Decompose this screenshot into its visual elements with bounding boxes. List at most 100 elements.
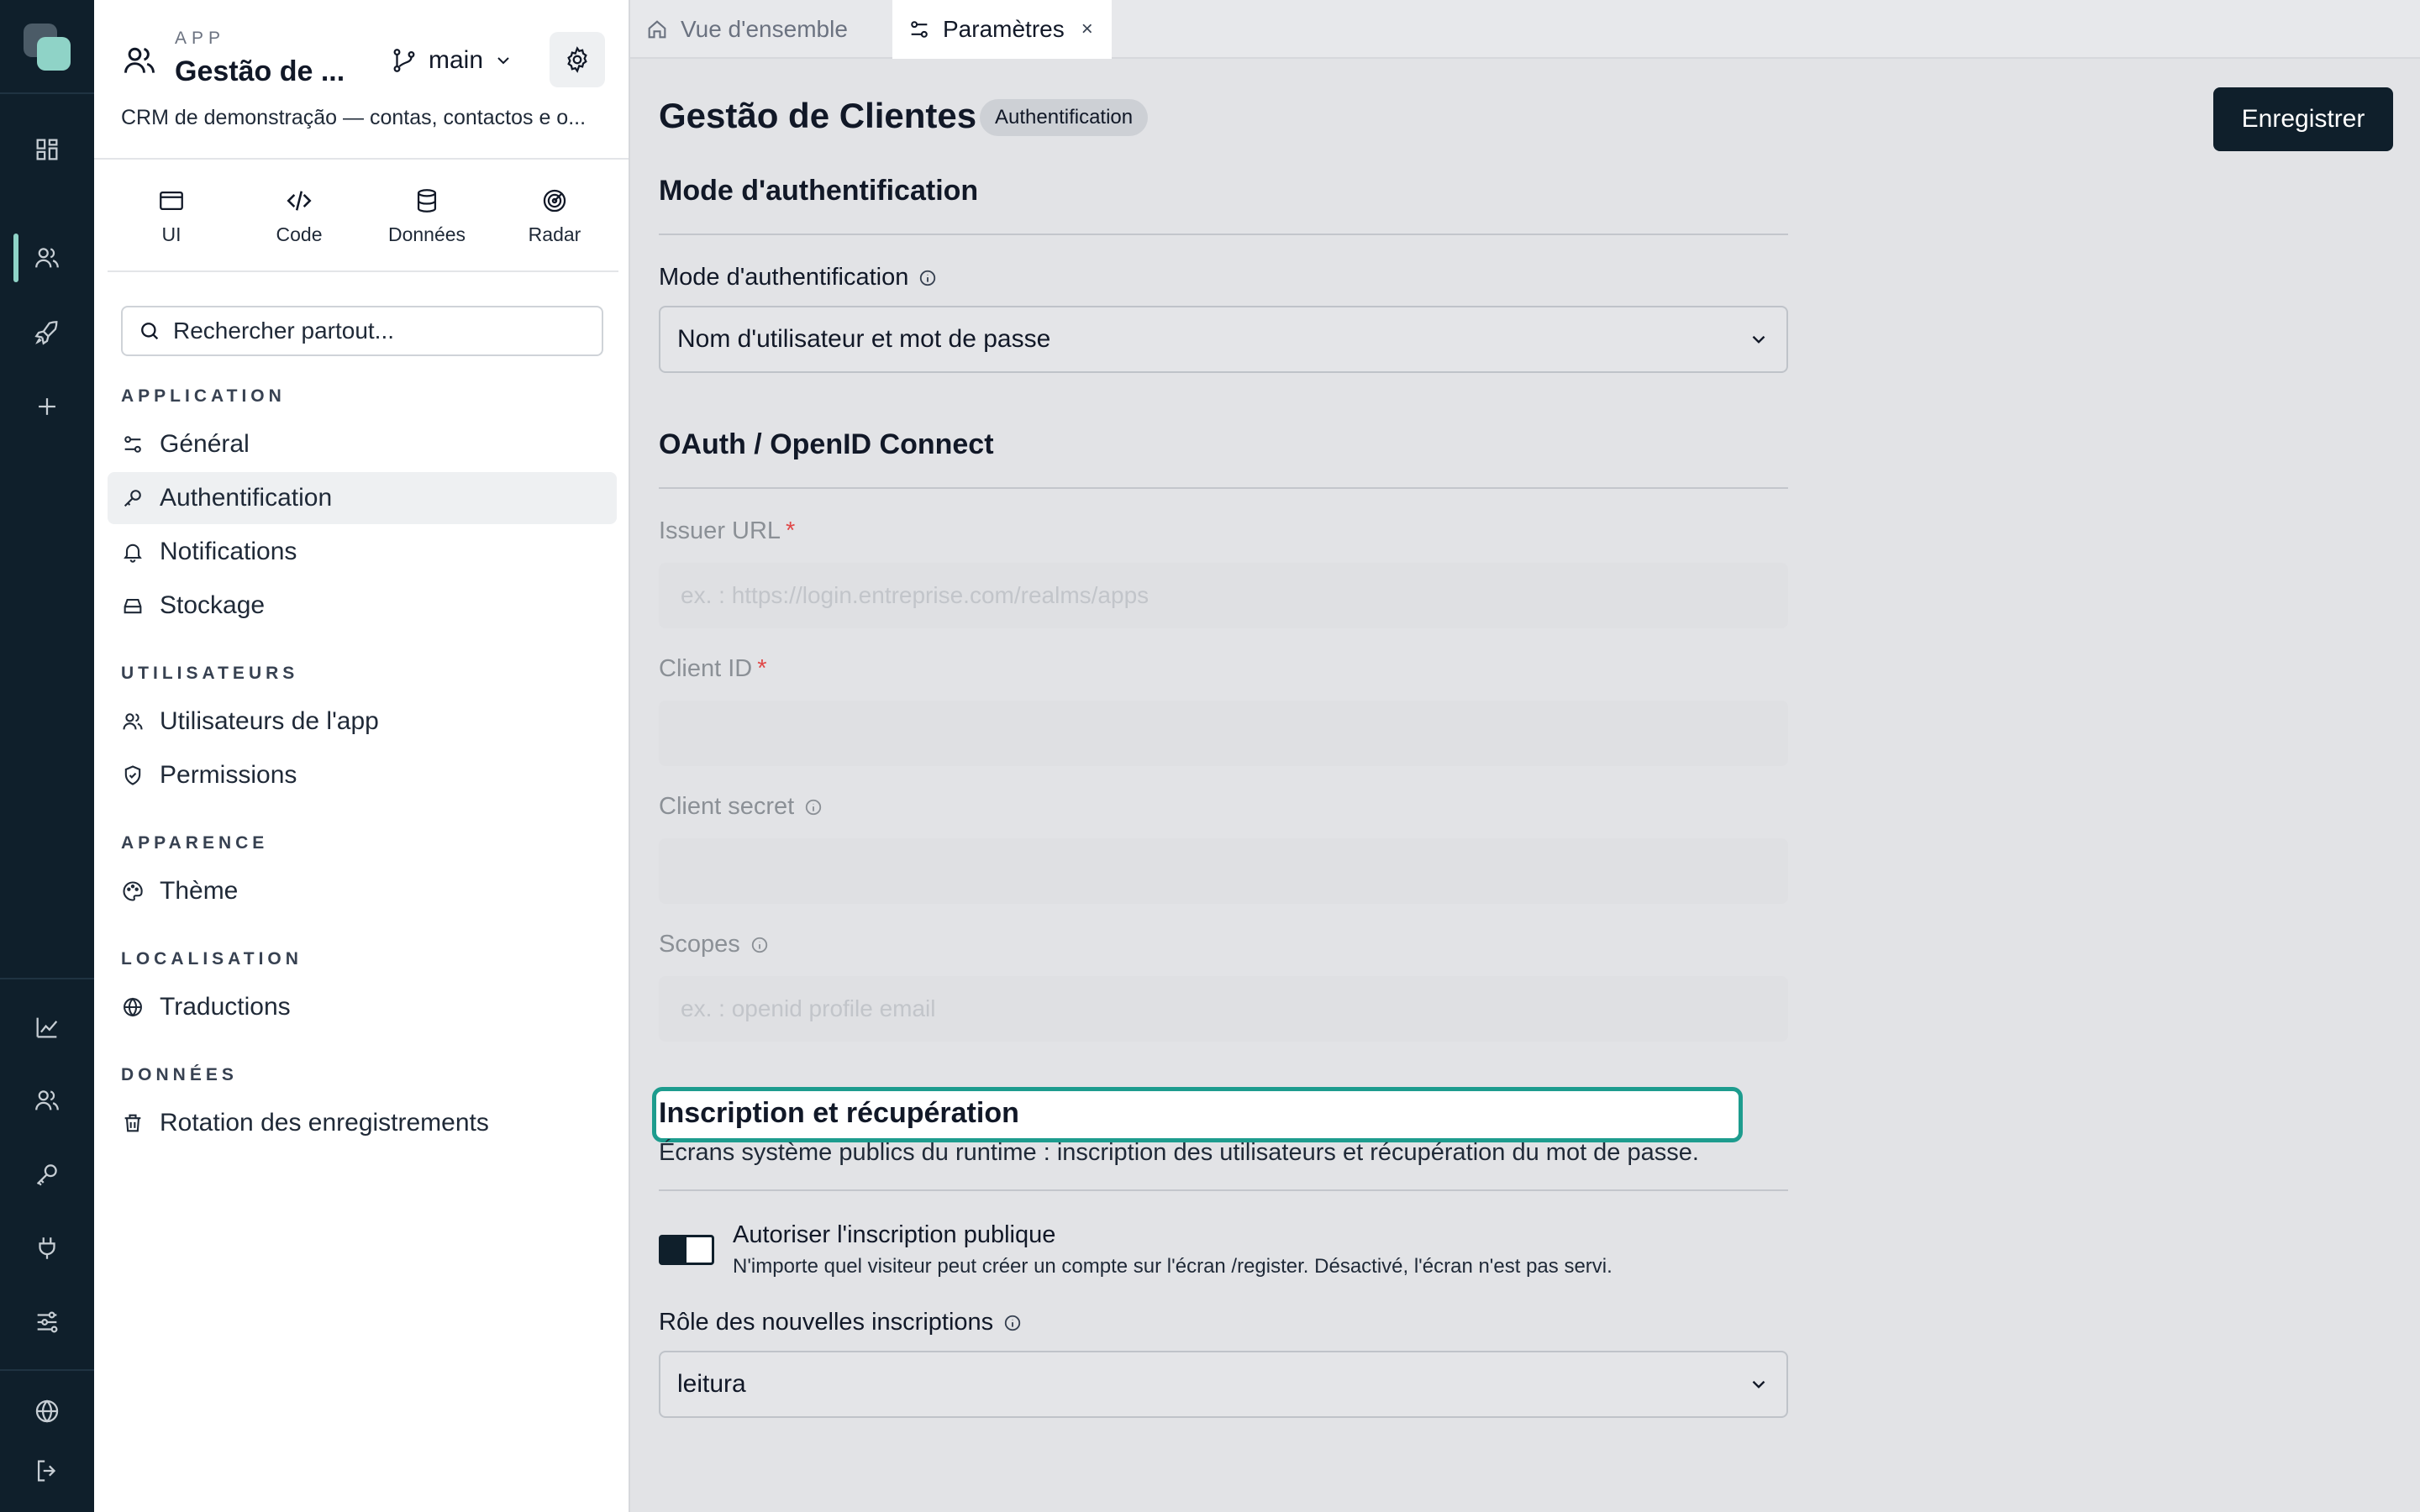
gear-icon	[563, 45, 592, 74]
nav-item-label: Utilisateurs de l'app	[160, 707, 379, 735]
users-icon[interactable]	[30, 241, 64, 275]
logout-icon[interactable]	[30, 1454, 64, 1488]
sliders-icon	[908, 18, 931, 41]
users-icon[interactable]	[30, 1084, 64, 1117]
tool-data[interactable]: Données	[363, 161, 491, 270]
required-marker: *	[786, 517, 796, 544]
section-divider	[659, 487, 1788, 489]
globe-icon[interactable]	[30, 1394, 64, 1428]
database-icon	[413, 186, 441, 215]
select-value: leitura	[677, 1370, 746, 1398]
nav-item-notifications[interactable]: Notifications	[108, 526, 617, 578]
branch-name: main	[429, 46, 484, 74]
auth-mode-heading: Mode d'authentification	[659, 175, 979, 207]
field-label-text: Client secret	[659, 793, 795, 820]
nav-section-localisation: LOCALISATION	[121, 949, 302, 969]
trash-icon	[121, 1111, 145, 1135]
radar-icon	[540, 186, 569, 215]
window-icon	[157, 186, 186, 215]
app-title: Gestão de ...	[175, 55, 345, 87]
tool-code[interactable]: Code	[235, 161, 363, 270]
page-title: Gestão de Clientes	[659, 96, 977, 135]
app-kicker: APP	[175, 29, 226, 48]
nav-item-app-users[interactable]: Utilisateurs de l'app	[108, 696, 617, 748]
nav-item-general[interactable]: Général	[108, 418, 617, 470]
info-icon[interactable]	[804, 798, 823, 816]
key-icon	[121, 486, 145, 510]
app-logo[interactable]	[24, 24, 71, 71]
scopes-label: Scopes	[659, 931, 769, 958]
required-marker: *	[757, 655, 767, 682]
chart-icon[interactable]	[30, 1011, 64, 1044]
tab-overview[interactable]: Vue d'ensemble	[630, 0, 866, 59]
new-signup-role-select[interactable]: leitura	[659, 1351, 1788, 1418]
info-icon[interactable]	[750, 936, 769, 954]
nav-item-label: Général	[160, 430, 250, 458]
client-secret-label: Client secret	[659, 793, 823, 821]
nav-item-authentication[interactable]: Authentification	[108, 472, 617, 524]
tool-label: Données	[387, 223, 466, 245]
nav-item-label: Notifications	[160, 538, 297, 565]
close-icon[interactable]: ×	[1081, 18, 1093, 41]
palette-icon	[121, 879, 145, 903]
nav-item-label: Traductions	[160, 993, 291, 1021]
branch-selector[interactable]: main	[390, 42, 513, 79]
client-secret-input[interactable]	[659, 838, 1788, 904]
key-icon[interactable]	[30, 1158, 64, 1191]
section-divider	[659, 234, 1788, 235]
nav-item-translations[interactable]: Traductions	[108, 981, 617, 1033]
plus-icon[interactable]	[30, 390, 64, 423]
tab-settings[interactable]: Paramètres ×	[892, 0, 1112, 59]
section-badge: Authentification	[980, 99, 1149, 136]
tool-radar[interactable]: Radar	[491, 161, 618, 270]
oauth-heading: OAuth / OpenID Connect	[659, 428, 994, 460]
field-label-text: Scopes	[659, 931, 740, 958]
home-icon	[645, 18, 669, 41]
field-label-text: Rôle des nouvelles inscriptions	[659, 1309, 994, 1336]
code-icon	[285, 186, 313, 215]
globe-icon	[121, 995, 145, 1019]
storage-icon	[121, 594, 145, 617]
nav-item-permissions[interactable]: Permissions	[108, 749, 617, 801]
nav-item-storage[interactable]: Stockage	[108, 580, 617, 632]
nav-item-label: Rotation des enregistrements	[160, 1109, 489, 1137]
sliders-icon[interactable]	[30, 1305, 64, 1339]
nav-section-data: DONNÉES	[121, 1065, 238, 1084]
nav-item-record-rotation[interactable]: Rotation des enregistrements	[108, 1097, 617, 1149]
public-signup-toggle[interactable]	[659, 1235, 714, 1265]
app-settings-button[interactable]	[550, 32, 605, 87]
tool-ui[interactable]: UI	[108, 161, 235, 270]
client-id-input[interactable]	[659, 701, 1788, 766]
signup-description: Écrans système publics du runtime : insc…	[659, 1139, 1699, 1166]
app-tools: UI Code Données Radar	[108, 161, 618, 272]
scopes-input[interactable]: ex. : openid profile email	[659, 976, 1788, 1042]
nav-item-label: Authentification	[160, 484, 333, 512]
users-icon	[121, 42, 158, 79]
info-icon[interactable]	[1003, 1314, 1022, 1332]
sidebar-search[interactable]	[121, 306, 603, 356]
sliders-icon	[121, 433, 145, 456]
info-icon[interactable]	[918, 269, 937, 287]
select-value: Nom d'utilisateur et mot de passe	[677, 325, 1051, 353]
rocket-icon[interactable]	[30, 316, 64, 349]
main-content: Vue d'ensemble Paramètres × Gestão de Cl…	[630, 0, 2420, 1512]
save-button[interactable]: Enregistrer	[2213, 87, 2393, 151]
rail-active-indicator	[13, 234, 18, 282]
tab-bar: Vue d'ensemble Paramètres ×	[630, 0, 2420, 59]
public-signup-description: N'importe quel visiteur peut créer un co…	[733, 1255, 1612, 1278]
tab-label: Paramètres	[943, 16, 1065, 42]
search-input[interactable]	[173, 318, 593, 344]
plug-icon[interactable]	[30, 1231, 64, 1265]
auth-mode-label: Mode d'authentification	[659, 264, 937, 291]
issuer-url-input[interactable]: ex. : https://login.entreprise.com/realm…	[659, 563, 1788, 628]
client-id-label: Client ID *	[659, 655, 767, 683]
tool-label: Radar	[528, 223, 581, 245]
public-signup-title: Autoriser l'inscription publique	[733, 1221, 1056, 1248]
nav-item-theme[interactable]: Thème	[108, 865, 617, 917]
search-icon	[138, 319, 161, 343]
field-label-text: Client ID	[659, 655, 753, 682]
chevron-down-icon	[493, 50, 513, 71]
grid-icon[interactable]	[30, 133, 64, 166]
app-header: APP Gestão de ... main CRM de demonstraç…	[94, 0, 629, 160]
auth-mode-select[interactable]: Nom d'utilisateur et mot de passe	[659, 306, 1788, 373]
